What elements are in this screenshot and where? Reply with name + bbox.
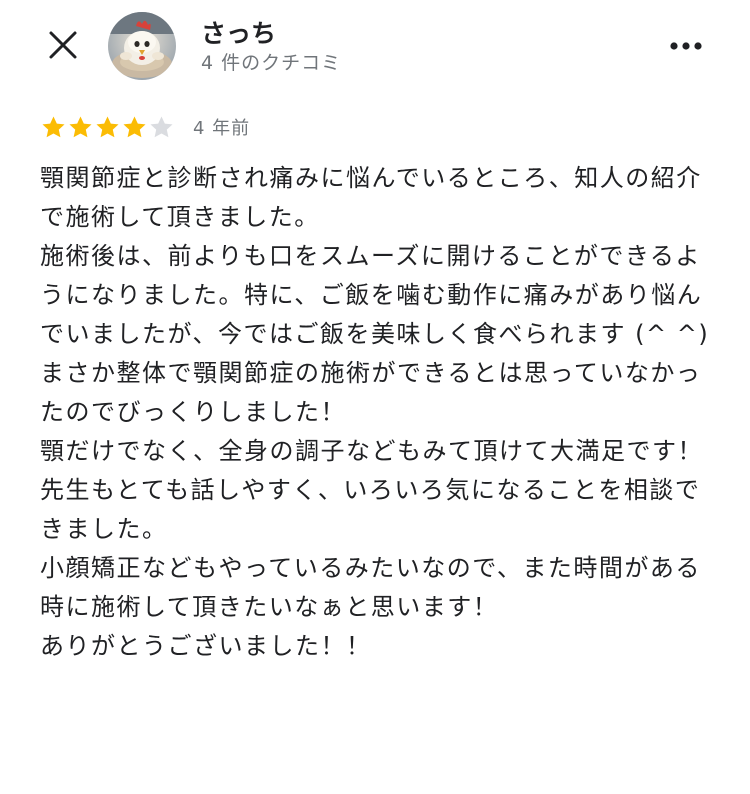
star-icon — [69, 115, 92, 137]
more-options-button[interactable] — [662, 28, 710, 64]
star-icon — [42, 115, 65, 137]
rating-row: 4 年前 — [40, 112, 250, 142]
more-horizontal-icon — [670, 42, 702, 50]
review-header: さっち 4 件のクチコミ — [0, 0, 750, 96]
star-icon — [96, 115, 119, 137]
star-icon — [123, 115, 146, 137]
review-date: 4 年前 — [193, 118, 251, 139]
author-name[interactable]: さっち — [201, 14, 276, 50]
close-button[interactable] — [40, 22, 86, 68]
close-icon — [49, 31, 77, 59]
avatar-image — [108, 12, 176, 80]
avatar[interactable] — [108, 12, 176, 80]
star-rating — [40, 114, 175, 141]
star-icon — [150, 115, 173, 137]
author-review-count: 4 件のクチコミ — [201, 52, 342, 74]
review-text: 顎関節症と診断され痛みに悩んでいるところ、知人の紹介で施術して頂きました。 施術… — [40, 164, 710, 660]
